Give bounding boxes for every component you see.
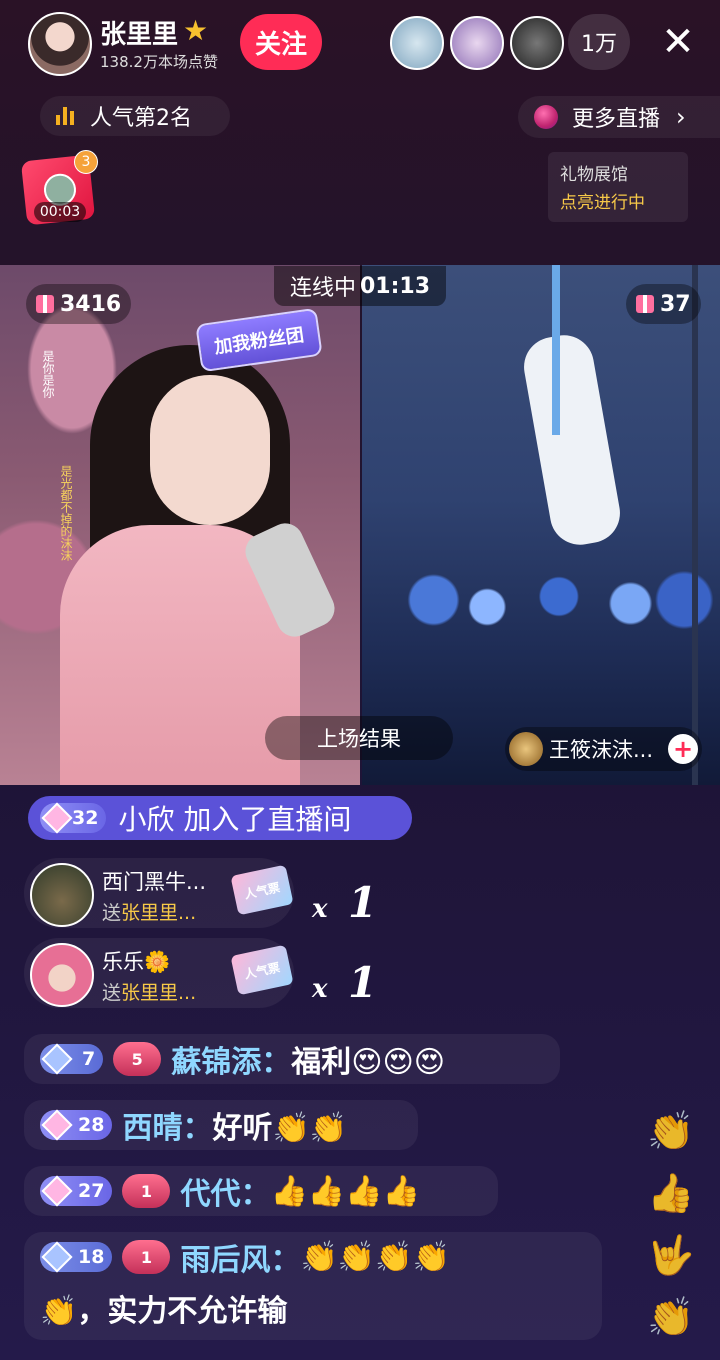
star-icon: ★ <box>183 14 209 47</box>
gem-icon <box>41 802 73 834</box>
gift-message[interactable]: 西门黑牛... 送张里里... 人气票 <box>24 858 294 928</box>
level-value: 18 <box>78 1246 105 1268</box>
clap-icon: 👏 👍 🤟 👏 <box>647 1109 695 1339</box>
gem-icon <box>41 1109 73 1141</box>
opponent-info[interactable]: 王筱沫沫... + <box>505 727 702 771</box>
gift-sender-name: 乐乐🌼 <box>102 950 171 974</box>
chat-message[interactable]: 27 1 代代： 👍👍👍👍 <box>24 1166 498 1216</box>
more-live-button[interactable]: 更多直播 › <box>518 96 720 138</box>
gift-gallery[interactable]: 礼物展馆 点亮进行中 <box>548 152 688 222</box>
chat-text-continued: 👏，实力不允许输 <box>40 1294 288 1329</box>
left-gift-count[interactable]: 3416 <box>26 284 132 324</box>
overlay-text: 是你是你 <box>41 350 55 398</box>
gem-icon <box>41 1043 73 1075</box>
join-notice: 32 小欣 加入了直播间 <box>28 796 412 840</box>
left-gift-value: 3416 <box>60 291 122 317</box>
chat-text: 福利😍😍😍 <box>291 1045 446 1080</box>
close-icon[interactable]: ✕ <box>658 20 698 64</box>
level-badge: 27 <box>40 1175 113 1207</box>
overlay-text: 是光都不掉的沫沫 <box>59 465 73 561</box>
host-avatar[interactable] <box>28 12 92 76</box>
ticket-icon: 人气票 <box>230 944 294 996</box>
previous-result-button[interactable]: 上场结果 <box>265 716 453 760</box>
gem-icon <box>41 1175 73 1207</box>
chat-text: 👍👍👍👍 <box>270 1173 420 1209</box>
viewer-avatar-3[interactable] <box>510 16 564 70</box>
gift-target: 送张里里... <box>102 982 197 1004</box>
fan-heart-badge: 1 <box>122 1174 171 1208</box>
gift-multiplier-x: x <box>312 894 328 924</box>
rank-badge[interactable]: 人气第2名 <box>40 96 230 136</box>
chat-message[interactable]: 28 西晴： 好听👏👏 <box>24 1100 418 1150</box>
gem-icon <box>534 105 558 129</box>
level-value: 7 <box>82 1048 96 1070</box>
opponent-avatar <box>509 732 543 766</box>
host-likes: 138.2万本场点赞 <box>100 53 218 71</box>
red-packet-count: 3 <box>74 150 98 174</box>
link-status-label: 连线中 <box>289 276 356 301</box>
gift-gallery-title: 礼物展馆 <box>560 165 628 185</box>
avatar <box>30 863 94 927</box>
level-badge: 32 <box>40 802 107 834</box>
right-gift-count[interactable]: 37 <box>626 284 701 324</box>
red-packet-timer: 00:03 <box>34 202 86 222</box>
follow-button[interactable]: 关注 <box>240 14 322 70</box>
viewer-avatar-2[interactable] <box>450 16 504 70</box>
opponent-video[interactable] <box>362 265 720 785</box>
gift-message[interactable]: 乐乐🌼 送张里里... 人气票 <box>24 938 294 1008</box>
gift-gallery-status: 点亮进行中 <box>560 193 645 213</box>
gift-target: 送张里里... <box>102 902 197 924</box>
host-name[interactable]: 张里里 <box>100 14 178 51</box>
ticket-icon: 人气票 <box>230 864 294 916</box>
chat-text: 好听👏👏 <box>212 1111 348 1146</box>
level-value: 27 <box>78 1180 105 1202</box>
gift-multiplier-count: 1 <box>348 878 378 927</box>
right-gift-value: 37 <box>660 291 691 317</box>
link-status-time: 01:13 <box>359 273 431 299</box>
avatar <box>30 943 94 1007</box>
fan-heart-badge: 1 <box>122 1240 171 1274</box>
rank-label: 人气第2名 <box>90 106 192 131</box>
gift-icon <box>636 295 654 313</box>
link-status: 连线中 01:13 <box>274 266 446 306</box>
level-value: 32 <box>72 807 99 829</box>
opponent-name: 王筱沫沫... <box>549 738 654 762</box>
fan-heart-badge: 5 <box>113 1042 162 1076</box>
viewer-avatar-1[interactable] <box>390 16 444 70</box>
gift-multiplier-count: 1 <box>348 958 378 1007</box>
level-value: 28 <box>78 1114 105 1136</box>
plus-icon[interactable]: + <box>668 734 698 764</box>
chat-message[interactable]: 7 5 蘇锦添： 福利😍😍😍 <box>24 1034 560 1084</box>
chat-user-name[interactable]: 雨后风： <box>180 1235 300 1279</box>
chat-message[interactable]: 18 1 雨后风： 👏👏👏👏 👏，实力不允许输 <box>24 1232 602 1340</box>
chevron-right-icon: › <box>676 103 686 131</box>
gem-icon <box>41 1241 73 1273</box>
chat-text: 👏👏👏👏 <box>300 1239 450 1275</box>
bar-chart-icon <box>56 107 74 125</box>
more-live-label: 更多直播 <box>572 107 661 132</box>
viewer-count[interactable]: 1万 <box>568 14 630 70</box>
level-badge: 28 <box>40 1109 113 1141</box>
gift-sender-name: 西门黑牛... <box>102 870 207 894</box>
chat-user-name[interactable]: 西晴： <box>122 1103 212 1147</box>
join-text: 小欣 加入了直播间 <box>118 803 352 836</box>
gift-multiplier-x: x <box>312 974 328 1004</box>
gift-icon <box>36 295 54 313</box>
level-badge: 7 <box>40 1043 104 1075</box>
chat-user-name[interactable]: 蘇锦添： <box>171 1037 291 1081</box>
level-badge: 18 <box>40 1241 113 1273</box>
chat-user-name[interactable]: 代代： <box>180 1169 270 1213</box>
